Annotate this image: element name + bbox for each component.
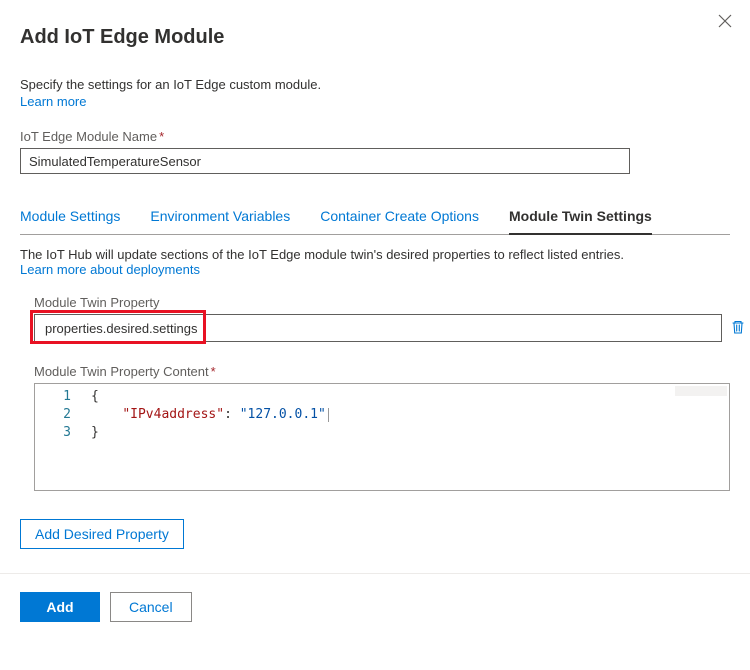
- trash-icon: [730, 319, 746, 335]
- module-name-input[interactable]: [20, 148, 630, 174]
- module-name-label: IoT Edge Module Name*: [20, 129, 730, 144]
- editor-minimap: [675, 386, 727, 396]
- editor-content: { "IPv4address": "127.0.0.1" }: [91, 384, 729, 490]
- tab-environment-variables[interactable]: Environment Variables: [150, 202, 290, 234]
- tab-module-twin-settings[interactable]: Module Twin Settings: [509, 202, 652, 234]
- learn-more-deployments-link[interactable]: Learn more about deployments: [20, 262, 200, 277]
- editor-gutter: 1 2 3: [35, 384, 79, 490]
- twin-property-input[interactable]: [34, 314, 722, 342]
- cancel-button[interactable]: Cancel: [110, 592, 192, 622]
- intro-text: Specify the settings for an IoT Edge cus…: [20, 77, 730, 92]
- required-indicator: *: [159, 129, 164, 144]
- required-indicator: *: [211, 364, 216, 379]
- close-button[interactable]: [718, 14, 732, 31]
- tab-bar: Module Settings Environment Variables Co…: [20, 202, 730, 235]
- add-button[interactable]: Add: [20, 592, 100, 622]
- page-title: Add IoT Edge Module: [20, 26, 730, 49]
- add-desired-property-button[interactable]: Add Desired Property: [20, 519, 184, 549]
- twin-description: The IoT Hub will update sections of the …: [20, 247, 730, 262]
- tab-module-settings[interactable]: Module Settings: [20, 202, 120, 234]
- tab-container-create-options[interactable]: Container Create Options: [320, 202, 479, 234]
- close-icon: [718, 14, 732, 28]
- delete-property-button[interactable]: [730, 319, 746, 338]
- footer: Add Cancel: [0, 574, 750, 640]
- code-editor[interactable]: 1 2 3 { "IPv4address": "127.0.0.1" }: [34, 383, 730, 491]
- learn-more-link[interactable]: Learn more: [20, 94, 86, 109]
- twin-content-label: Module Twin Property Content*: [34, 364, 730, 379]
- twin-property-label: Module Twin Property: [34, 295, 730, 310]
